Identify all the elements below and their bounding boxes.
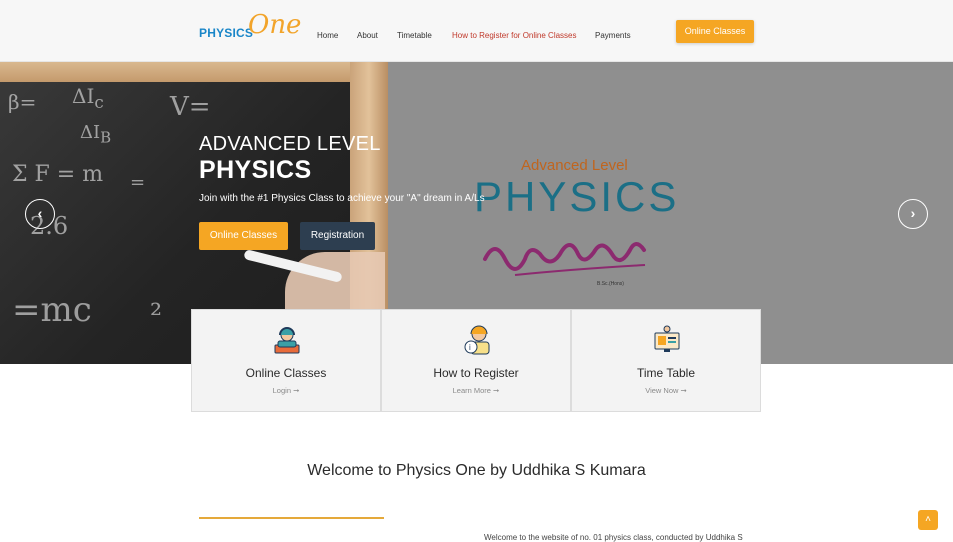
nav-about[interactable]: About bbox=[357, 31, 378, 40]
online-student-icon bbox=[274, 327, 300, 354]
site-header: PHYSICS One Home About Timetable How to … bbox=[0, 0, 953, 62]
welcome-intro-text: Welcome to the website of no. 01 physics… bbox=[484, 533, 743, 542]
svg-text:i: i bbox=[469, 343, 471, 352]
card-online-classes[interactable]: Online Classes Login ➞ bbox=[191, 309, 381, 412]
chevron-right-icon: › bbox=[910, 205, 916, 221]
logo-word: PHYSICS bbox=[199, 26, 254, 40]
chevron-up-icon: ˄ bbox=[925, 514, 931, 525]
physics-poster: Advanced Level PHYSICS B.Sc.(Hons) bbox=[470, 157, 680, 287]
section-divider bbox=[199, 517, 384, 519]
card-time-table[interactable]: Time Table View Now ➞ bbox=[571, 309, 761, 412]
card-title: How to Register bbox=[433, 366, 519, 380]
feature-cards: Online Classes Login ➞ i How to Register… bbox=[191, 309, 762, 412]
poster-subtitle: Advanced Level bbox=[521, 157, 628, 174]
chalkboard-frame-top bbox=[0, 62, 388, 82]
card-link[interactable]: Login ➞ bbox=[192, 386, 380, 395]
card-how-to-register[interactable]: i How to Register Learn More ➞ bbox=[381, 309, 571, 412]
nav-how-to-register[interactable]: How to Register for Online Classes bbox=[452, 31, 577, 40]
slider-prev-button[interactable]: ‹ bbox=[25, 199, 55, 229]
hero-registration-button[interactable]: Registration bbox=[300, 222, 375, 250]
hero-subtitle: Join with the #1 Physics Class to achiev… bbox=[199, 193, 485, 204]
poster-degree: B.Sc.(Hons) bbox=[597, 281, 624, 287]
timetable-screen-icon bbox=[654, 325, 680, 352]
nav-timetable[interactable]: Timetable bbox=[397, 31, 432, 40]
site-logo[interactable]: PHYSICS One bbox=[198, 10, 301, 48]
card-title: Online Classes bbox=[245, 366, 327, 380]
hero-title-line2: PHYSICS bbox=[199, 156, 312, 184]
card-link[interactable]: View Now ➞ bbox=[572, 386, 760, 395]
hero-online-classes-button[interactable]: Online Classes bbox=[199, 222, 288, 250]
poster-signature: B.Sc.(Hons) bbox=[483, 242, 646, 287]
card-title: Time Table bbox=[636, 366, 696, 380]
poster-title: PHYSICS bbox=[474, 173, 680, 220]
register-info-icon: i bbox=[464, 325, 490, 355]
slider-next-button[interactable]: › bbox=[898, 199, 928, 229]
online-classes-header-button[interactable]: Online Classes bbox=[676, 20, 754, 43]
logo-script: One bbox=[248, 10, 302, 40]
nav-home[interactable]: Home bbox=[317, 31, 338, 40]
scroll-to-top-button[interactable]: ˄ bbox=[918, 510, 938, 530]
welcome-heading: Welcome to Physics One by Uddhika S Kuma… bbox=[307, 462, 646, 479]
chevron-left-icon: ‹ bbox=[37, 205, 43, 221]
nav-payments[interactable]: Payments bbox=[595, 31, 631, 40]
card-link[interactable]: Learn More ➞ bbox=[382, 386, 570, 395]
hero-title-line1: ADVANCED LEVEL bbox=[199, 133, 381, 155]
